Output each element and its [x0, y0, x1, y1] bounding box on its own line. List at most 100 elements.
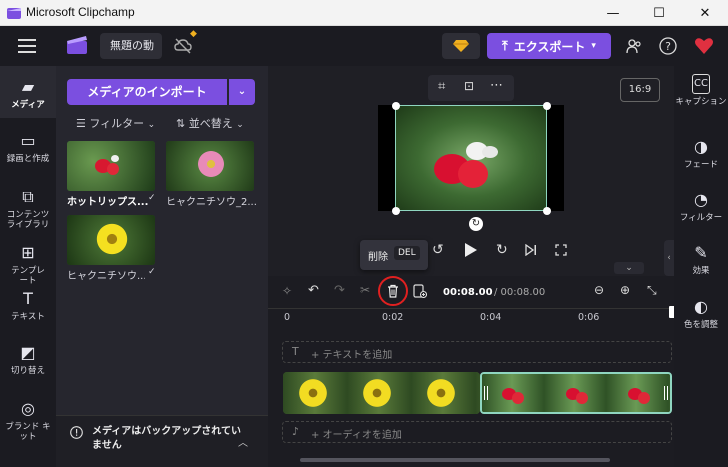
app-header: 無題の動 ◆ ⤒ エクスポート ▾ ? — [0, 26, 728, 66]
text-track[interactable]: T + テキストを追加 — [282, 341, 672, 363]
media-thumbnail-1[interactable] — [67, 141, 155, 191]
media-item-name: ヒャクニチソウ... — [67, 271, 145, 282]
crop-icon[interactable]: ⌗ — [438, 79, 445, 94]
video-frame[interactable] — [395, 105, 547, 211]
total-time: / 00:08.00 — [494, 287, 546, 298]
nav-text[interactable]: T テキスト — [0, 289, 56, 323]
resize-handle-tl[interactable] — [392, 102, 400, 110]
rotate-handle-icon[interactable]: ↻ — [469, 217, 483, 231]
window-titlebar: Microsoft Clipchamp — ☐ ✕ — [0, 0, 728, 26]
preview-area: ⌗ ⊡ ⋯ 16:9 ↻ ↺ ↻ ⌄ 削除 DEL — [268, 66, 674, 276]
play-icon[interactable] — [464, 242, 478, 258]
filter-lines-icon: ☰ — [76, 117, 86, 130]
preview-toolbar: ⌗ ⊡ ⋯ — [428, 75, 514, 101]
zoom-out-icon[interactable]: ⊖ — [594, 283, 604, 297]
add-to-timeline-icon[interactable] — [413, 284, 427, 298]
cloud-offline-icon[interactable] — [174, 38, 192, 54]
right-sidebar: CC キャプション ◑ フェード ◔ フィルター ✎ 効果 ◐ 色を調整 — [674, 66, 728, 467]
chevron-down-icon: ⌄ — [237, 86, 247, 97]
hamburger-menu-icon[interactable] — [18, 39, 36, 53]
ruler-line — [268, 308, 674, 309]
split-scissors-icon[interactable]: ✂ — [360, 283, 370, 297]
ruler-label-2: 0:02 — [382, 312, 404, 323]
fit-icon[interactable]: ⊡ — [464, 79, 474, 93]
redo-icon[interactable]: ↷ — [334, 283, 345, 298]
import-dropdown-button[interactable]: ⌄ — [229, 79, 255, 105]
aspect-ratio-button[interactable]: 16:9 — [620, 78, 660, 102]
nav-filters[interactable]: ◔ フィルター — [674, 191, 728, 224]
resize-handle-bl[interactable] — [392, 207, 400, 215]
nav-transitions[interactable]: ◩ 切り替え — [0, 344, 56, 377]
video-clip-red-flower-selected[interactable] — [480, 372, 672, 414]
folder-icon: ▰ — [21, 77, 35, 96]
import-media-button[interactable]: メディアのインポート — [67, 79, 227, 105]
audio-track-label: + オーディオを追加 — [311, 430, 402, 441]
skip-to-end-icon[interactable] — [525, 244, 537, 256]
nav-content-library[interactable]: ⧉ コンテンツ ライブラリ — [0, 178, 56, 231]
nav-templates[interactable]: ⊞ テンプレ ート — [0, 234, 56, 287]
trash-icon[interactable] — [387, 284, 399, 298]
fullscreen-icon[interactable] — [555, 244, 567, 256]
chevron-down-icon: ⌄ — [625, 263, 633, 273]
resize-handle-br[interactable] — [543, 207, 551, 215]
nav-brand-kit[interactable]: ◎ ブランド キ ット — [0, 390, 56, 443]
filter-button[interactable]: ☰ フィルター ⌄ — [76, 115, 155, 131]
media-thumbnail-3[interactable] — [67, 215, 155, 265]
more-options-icon[interactable]: ⋯ — [490, 78, 503, 93]
text-track-icon: T — [292, 345, 299, 358]
premium-button[interactable] — [442, 33, 480, 59]
nav-effects[interactable]: ✎ 効果 — [674, 243, 728, 277]
backup-notice-bar[interactable]: メディアはバックアップされていません ︿ — [56, 415, 268, 467]
diamond-icon — [453, 40, 469, 52]
nav-media[interactable]: ▰ メディア — [0, 77, 56, 111]
sort-button[interactable]: ⇅ 並べ替え ⌄ — [176, 115, 244, 131]
svg-text:?: ? — [665, 40, 671, 53]
minimize-button[interactable]: — — [590, 0, 636, 26]
undo-icon[interactable]: ↶ — [308, 283, 319, 298]
clip-trim-handle-left[interactable] — [484, 386, 488, 400]
collapse-preview-button[interactable]: ⌄ — [614, 262, 644, 274]
forward-5s-icon[interactable]: ↻ — [496, 242, 508, 258]
clipchamp-logo-icon — [7, 8, 21, 19]
audio-track[interactable]: ♪ + オーディオを追加 — [282, 421, 672, 443]
clip-trim-handle-right[interactable] — [664, 386, 668, 400]
collapse-right-panel-button[interactable]: ‹ — [664, 240, 674, 276]
maximize-button[interactable]: ☐ — [636, 0, 682, 26]
rewind-5s-icon[interactable]: ↺ — [432, 242, 444, 258]
fit-timeline-icon[interactable]: ⤡ — [647, 283, 657, 298]
ruler-label-0: 0 — [284, 312, 291, 323]
account-avatar-icon[interactable] — [694, 36, 714, 56]
nav-record-create[interactable]: ▭ 録画と作成 — [0, 131, 56, 165]
media-thumbnail-2[interactable] — [166, 141, 254, 191]
chevron-up-icon[interactable]: ︿ — [238, 434, 248, 449]
nav-color-adjust[interactable]: ◐ 色を調整 — [674, 297, 728, 331]
resize-handle-tr[interactable] — [543, 102, 551, 110]
color-adjust-icon: ◐ — [694, 297, 708, 316]
effects-icon: ✎ — [694, 243, 708, 262]
zoom-in-icon[interactable]: ⊕ — [620, 283, 630, 297]
library-icon: ⧉ — [22, 187, 34, 206]
premium-gem-icon: ◆ — [190, 29, 197, 39]
text-icon: T — [23, 289, 33, 308]
brand-kit-icon: ◎ — [21, 399, 35, 418]
nav-captions[interactable]: CC キャプション — [674, 74, 728, 107]
magic-sparkle-icon[interactable]: ✧ — [282, 284, 292, 298]
chevron-down-icon: ⌄ — [147, 120, 156, 130]
current-time: 00:08.00 — [443, 287, 493, 298]
media-panel: メディアのインポート ⌄ ☰ フィルター ⌄ ⇅ 並べ替え ⌄ ホットリップス.… — [56, 66, 268, 467]
video-clip-yellow-zinnia[interactable] — [283, 372, 480, 414]
help-icon[interactable]: ? — [659, 37, 677, 55]
tooltip-label: 削除 — [368, 252, 388, 263]
nav-fade[interactable]: ◑ フェード — [674, 138, 728, 171]
delete-tooltip: 削除 DEL — [360, 240, 428, 270]
timeline-scrollbar[interactable] — [300, 458, 610, 462]
close-button[interactable]: ✕ — [682, 0, 728, 26]
camera-icon: ▭ — [20, 131, 36, 150]
tooltip-shortcut: DEL — [394, 246, 420, 260]
info-icon — [70, 426, 83, 439]
share-people-icon[interactable] — [626, 38, 642, 54]
music-note-icon: ♪ — [292, 425, 300, 438]
templates-icon: ⊞ — [21, 243, 35, 262]
export-button[interactable]: ⤒ エクスポート ▾ — [487, 33, 611, 59]
project-name-input[interactable]: 無題の動 — [100, 33, 162, 59]
